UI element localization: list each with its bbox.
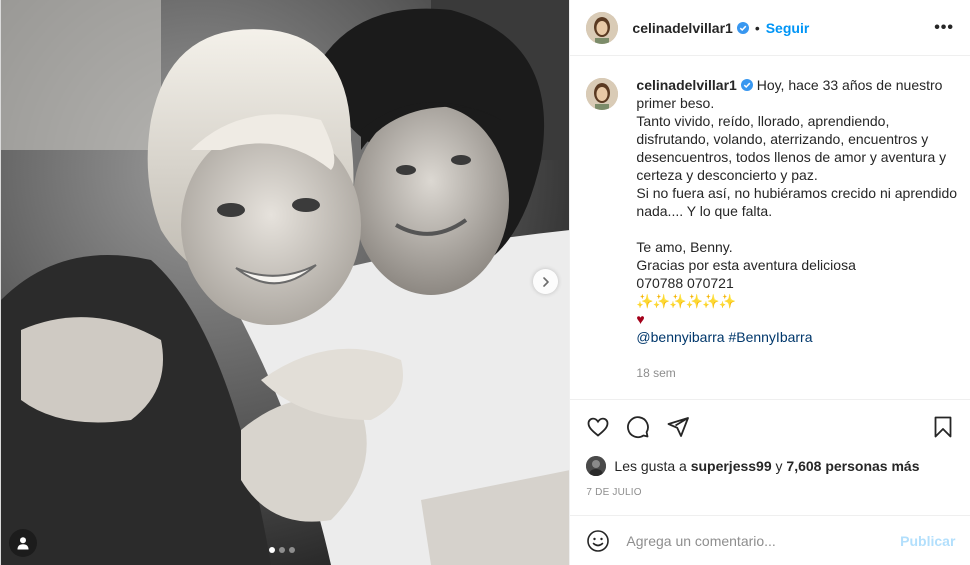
emoji-smiley-icon[interactable]	[586, 529, 610, 553]
liker-username-link[interactable]: superjess99	[691, 458, 772, 474]
username-link[interactable]: celinadelvillar1	[632, 20, 732, 36]
follow-button[interactable]: Seguir	[766, 20, 810, 36]
black-and-white-couple-photo	[1, 0, 570, 565]
save-bookmark-icon[interactable]	[931, 415, 955, 439]
caption-line: Gracias por esta aventura deliciosa	[636, 257, 856, 273]
likes-connector: y	[775, 458, 783, 474]
post-header: celinadelvillar1 • Seguir •••	[570, 0, 970, 56]
caption-line: Hoy, hace 33 años de nuestro	[756, 77, 943, 93]
caption-line: Te amo, Benny.	[636, 239, 733, 255]
carousel-indicator	[269, 547, 295, 553]
avatar[interactable]	[586, 78, 619, 110]
likes-prefix: Les gusta a	[614, 458, 687, 474]
next-photo-button[interactable]	[533, 269, 558, 294]
carousel-dot	[279, 547, 285, 553]
like-heart-icon[interactable]	[586, 415, 610, 439]
carousel-dot	[289, 547, 295, 553]
profile-photo-icon	[586, 78, 619, 110]
share-paper-plane-icon[interactable]	[666, 415, 690, 439]
person-icon	[17, 537, 29, 550]
caption-line: Tanto vivido, reído, llorado, aprendiend…	[636, 113, 890, 129]
mention-hashtag-links[interactable]: @bennyibarra #BennyIbarra	[636, 328, 957, 346]
verified-badge-icon	[736, 21, 749, 34]
caption-line: Si no fuera así, no hubiéramos crecido n…	[636, 185, 958, 201]
likes-count-link[interactable]: 7,608 personas más	[786, 458, 919, 474]
sparkles-emoji: ✨✨✨✨✨✨	[636, 293, 736, 309]
caption-line: nada.... Y lo que falta.	[636, 203, 773, 219]
instagram-post: celinadelvillar1 • Seguir ••• celinadelv…	[0, 0, 970, 565]
caption-line: certeza y desconcierto y paz.	[636, 167, 818, 183]
action-bar	[570, 399, 970, 454]
post-sidebar: celinadelvillar1 • Seguir ••• celinadelv…	[569, 0, 970, 565]
verified-badge-icon	[740, 79, 753, 91]
heart-emoji: ♥	[636, 311, 645, 327]
liker-photo-icon	[586, 456, 607, 476]
profile-photo-icon	[586, 11, 619, 44]
comment-bubble-icon[interactable]	[626, 415, 650, 439]
tagged-users-button[interactable]	[9, 529, 37, 557]
comment-form: Publicar	[570, 515, 970, 565]
post-date[interactable]: 7 DE JULIO	[586, 487, 641, 498]
carousel-dot	[269, 547, 275, 553]
caption-line: primer beso.	[636, 95, 715, 111]
post-time-ago[interactable]: 18 sem	[636, 366, 675, 380]
avatar[interactable]	[586, 11, 619, 44]
publish-button[interactable]: Publicar	[900, 533, 955, 549]
chevron-right-icon	[542, 276, 549, 287]
separator-dot: •	[754, 19, 760, 36]
likes-summary: Les gusta a superjess99 y 7,608 personas…	[586, 456, 920, 476]
caption-line: desencuentros, todos llenos de amor y av…	[636, 149, 947, 165]
post-photo[interactable]	[1, 0, 570, 565]
comment-input[interactable]	[626, 532, 901, 549]
caption-line: 070788 070721	[636, 275, 734, 291]
post-caption: celinadelvillar1 Hoy, hace 33 años de nu…	[586, 76, 958, 346]
caption-username-link[interactable]: celinadelvillar1	[636, 77, 736, 93]
caption-line: disfrutando, volando, aterrizando, encue…	[636, 131, 929, 147]
liker-avatar[interactable]	[586, 456, 607, 476]
caption-text: celinadelvillar1 Hoy, hace 33 años de nu…	[636, 76, 957, 346]
more-options-button[interactable]: •••	[934, 19, 954, 37]
